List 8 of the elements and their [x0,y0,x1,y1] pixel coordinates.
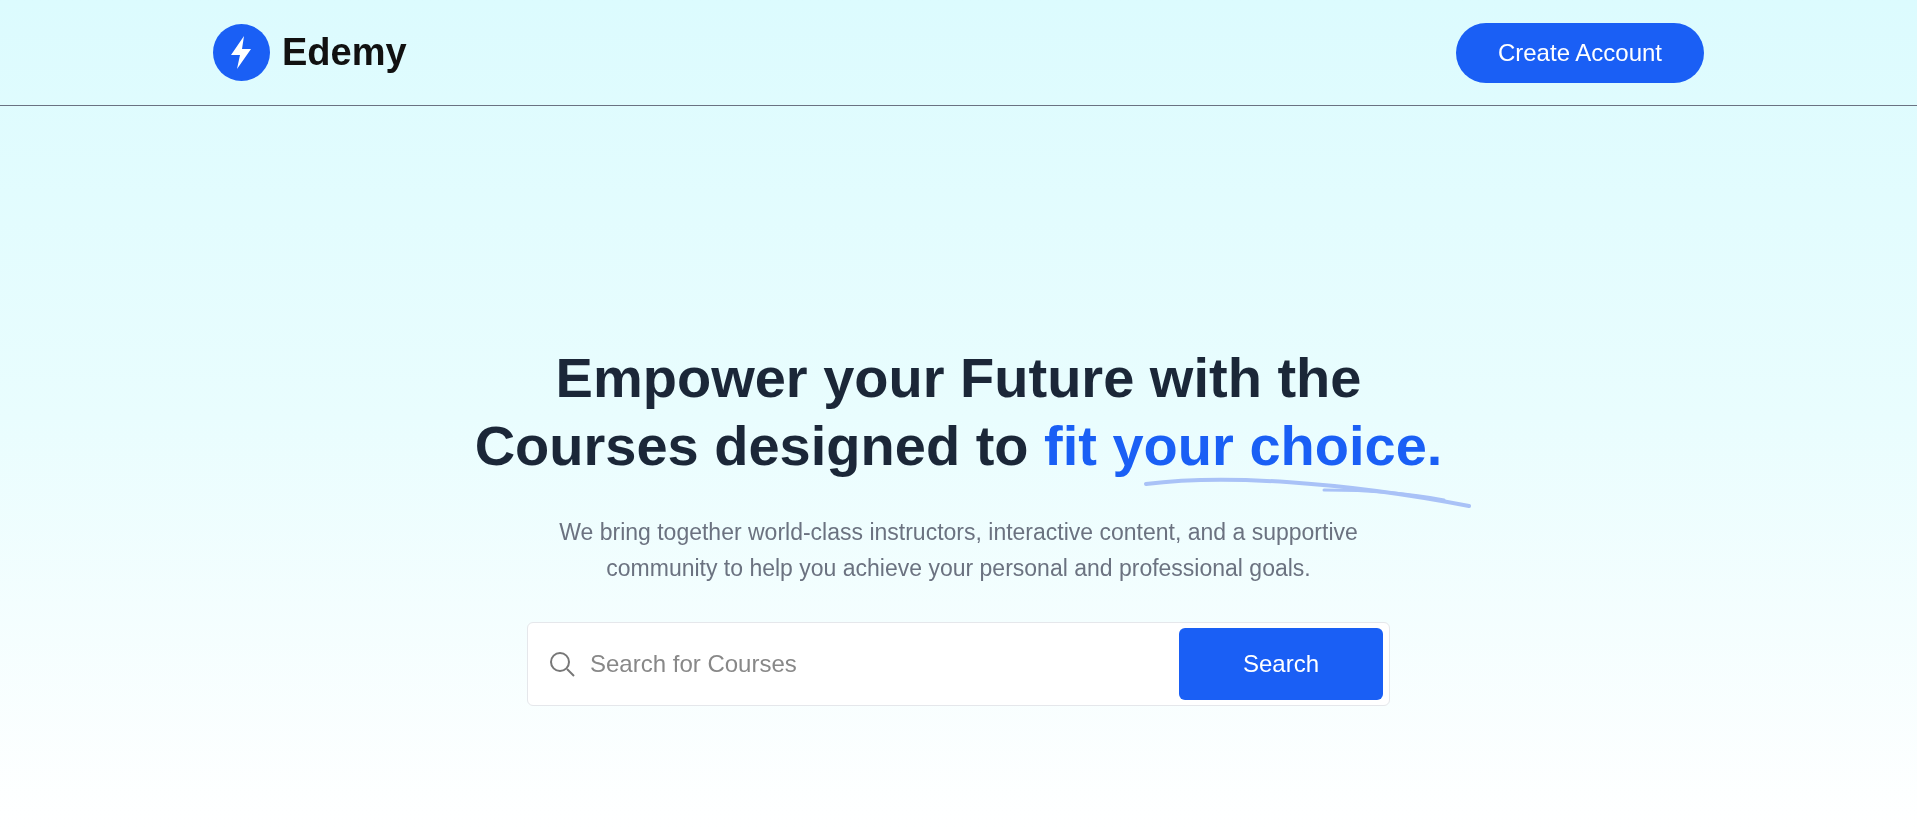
search-icon [548,650,576,678]
lightning-bolt-icon [213,24,270,81]
brand-name: Edemy [282,30,407,75]
create-account-button[interactable]: Create Account [1456,22,1704,83]
hero-subtitle: We bring together world-class instructors, interactive content, and a supportive community to help you achieve your personal and professional goals. [558,518,1359,583]
search-button[interactable]: Search [1179,628,1383,700]
hero-heading: Empower your Future with the Courses designed to fit your choice. [458,344,1459,480]
search-field[interactable]: Search for Courses Search [527,622,1390,706]
